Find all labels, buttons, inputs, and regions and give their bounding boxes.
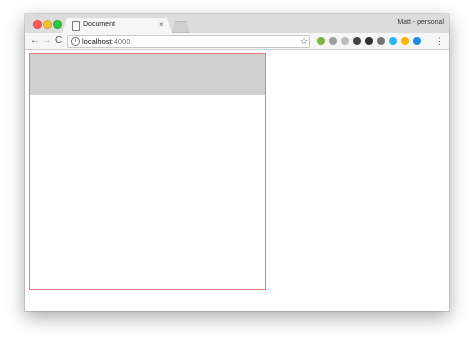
- circle-dark-extension-icon[interactable]: [365, 37, 373, 45]
- document-icon: [72, 21, 80, 31]
- address-url[interactable]: localhost:4000: [82, 36, 130, 47]
- download-extension-icon[interactable]: [353, 37, 361, 45]
- title-bar: Document × Matt - personal: [25, 14, 449, 33]
- browser-window: Document × Matt - personal ← → C i local…: [25, 14, 449, 311]
- globe-gray-extension-icon[interactable]: [377, 37, 385, 45]
- play-extension-icon[interactable]: [401, 37, 409, 45]
- bookmark-star-icon[interactable]: ☆: [300, 35, 308, 47]
- forward-arrow-icon[interactable]: →: [42, 34, 52, 48]
- tab-title: Document: [83, 21, 115, 28]
- info-icon[interactable]: i: [71, 37, 80, 46]
- profile-name[interactable]: Matt - personal: [397, 19, 444, 26]
- blue-extension-icon[interactable]: [389, 37, 397, 45]
- menu-icon[interactable]: ⋮: [435, 35, 444, 47]
- shield-extension-icon[interactable]: [341, 37, 349, 45]
- zoom-window-button[interactable]: [53, 20, 62, 29]
- minimize-window-button[interactable]: [43, 20, 52, 29]
- page-viewport: [25, 50, 449, 311]
- new-tab-button[interactable]: [172, 21, 190, 33]
- bordered-box: [29, 53, 266, 290]
- close-window-button[interactable]: [33, 20, 42, 29]
- url-port: :4000: [111, 37, 131, 46]
- blue-globe-extension-icon[interactable]: [413, 37, 421, 45]
- url-host: localhost: [82, 37, 112, 46]
- browser-toolbar: ← → C i localhost:4000 ☆ ⋮: [25, 33, 449, 50]
- gray-header-band: [30, 54, 265, 95]
- back-arrow-icon[interactable]: ←: [30, 34, 40, 48]
- address-bar[interactable]: i localhost:4000: [67, 35, 310, 48]
- tab-close-icon[interactable]: ×: [159, 20, 164, 29]
- tab-document[interactable]: Document ×: [62, 18, 172, 33]
- green-extension-icon[interactable]: [317, 37, 325, 45]
- info-extension-icon[interactable]: [329, 37, 337, 45]
- reload-icon[interactable]: C: [55, 34, 62, 48]
